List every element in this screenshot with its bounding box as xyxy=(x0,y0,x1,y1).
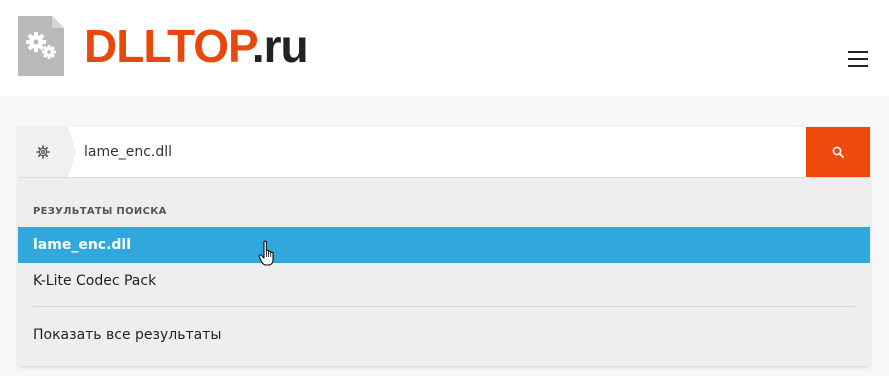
site-header: DLLTOP.ru xyxy=(0,0,889,96)
settings-file-icon[interactable] xyxy=(18,16,64,76)
divider xyxy=(33,306,855,307)
search-icon xyxy=(832,146,844,158)
search-input[interactable] xyxy=(84,127,802,177)
gear-icon xyxy=(36,145,50,159)
search-type-selector[interactable] xyxy=(18,127,68,177)
result-item[interactable]: K-Lite Codec Pack xyxy=(18,263,870,299)
search-bar xyxy=(18,127,870,177)
hamburger-menu-icon[interactable] xyxy=(845,46,871,72)
logo-brand[interactable]: DLLTOP xyxy=(84,20,253,72)
hand-cursor-icon xyxy=(258,240,274,266)
search-button[interactable] xyxy=(806,127,870,177)
search-results-dropdown: РЕЗУЛЬТАТЫ ПОИСКА lame_enc.dll K-Lite Co… xyxy=(18,178,870,366)
search-type-arrow xyxy=(68,127,76,177)
results-heading: РЕЗУЛЬТАТЫ ПОИСКА xyxy=(33,206,167,217)
result-item[interactable]: lame_enc.dll xyxy=(18,227,870,263)
show-all-results-link[interactable]: Показать все результаты xyxy=(18,317,870,353)
site-logo[interactable]: DLLTOP.ru xyxy=(84,20,309,72)
logo-tld[interactable]: .ru xyxy=(252,20,309,72)
